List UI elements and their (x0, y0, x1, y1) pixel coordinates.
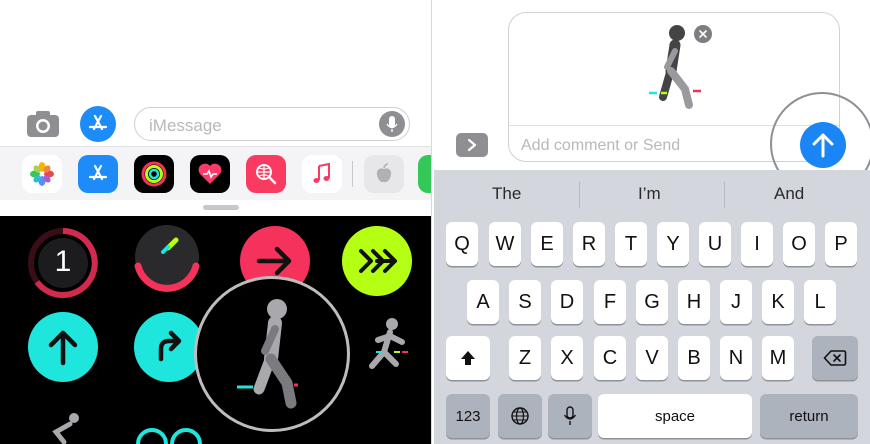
key-m[interactable]: M (762, 336, 794, 380)
suggestion-2[interactable]: I’m (638, 184, 661, 204)
up-arrow-sticker[interactable] (28, 312, 98, 382)
double-arrow-sticker[interactable] (342, 226, 412, 296)
key-k[interactable]: K (762, 280, 794, 324)
suggestion-separator (724, 182, 725, 208)
key-v[interactable]: V (636, 336, 668, 380)
key-a[interactable]: A (467, 280, 499, 324)
drawer-separator (352, 161, 353, 187)
app-store-app-icon[interactable] (78, 155, 118, 193)
drawer-grabber[interactable] (203, 205, 239, 210)
app-store-icon (88, 114, 108, 131)
globe-key[interactable] (498, 394, 542, 438)
web-search-app-icon[interactable] (246, 155, 286, 193)
numbers-key[interactable]: 123 (446, 394, 490, 438)
key-d[interactable]: D (551, 280, 583, 324)
key-g[interactable]: G (636, 280, 668, 324)
imessage-sticker-panel: iMessage 1 (0, 0, 432, 444)
return-key[interactable]: return (760, 394, 858, 438)
app-store-button[interactable] (80, 106, 116, 142)
send-button[interactable] (800, 122, 846, 168)
remove-sticker-button[interactable] (694, 25, 712, 43)
chevron-right-icon (467, 138, 477, 152)
activity-app-icon[interactable] (134, 155, 174, 193)
key-r[interactable]: R (573, 222, 605, 266)
dictation-key[interactable] (548, 394, 592, 438)
comment-input-placeholder[interactable]: Add comment or Send (521, 137, 680, 155)
key-z[interactable]: Z (509, 336, 541, 380)
imessage-placeholder: iMessage (149, 116, 222, 135)
heartbeat-app-icon[interactable] (190, 155, 230, 193)
key-b[interactable]: B (678, 336, 710, 380)
magnified-walking-figure-sticker[interactable] (194, 276, 350, 432)
badge-number: 1 (54, 245, 72, 278)
shift-key[interactable] (446, 336, 490, 380)
key-x[interactable]: X (551, 336, 583, 380)
key-n[interactable]: N (720, 336, 752, 380)
delete-key[interactable] (812, 336, 858, 380)
keyboard: Q W E R T Y U I O P A S D F G H J K L Z … (434, 218, 870, 444)
running-figure-sticker[interactable] (356, 312, 416, 382)
key-f[interactable]: F (594, 280, 626, 324)
key-c[interactable]: C (594, 336, 626, 380)
backspace-icon (823, 350, 847, 366)
drawer-handle-area[interactable] (0, 200, 431, 216)
move-ring-sticker[interactable] (132, 222, 202, 292)
key-p[interactable]: P (825, 222, 857, 266)
key-o[interactable]: O (783, 222, 815, 266)
key-u[interactable]: U (699, 222, 731, 266)
key-l[interactable]: L (804, 280, 836, 324)
expand-apps-button[interactable] (456, 133, 488, 157)
up-arrow-icon (812, 133, 834, 158)
microphone-icon (563, 406, 577, 425)
message-compose-area: Add comment or Send (434, 0, 870, 196)
key-i[interactable]: I (741, 222, 773, 266)
key-y[interactable]: Y (657, 222, 689, 266)
activity-sticker-grid: 1 (0, 216, 431, 444)
key-e[interactable]: E (531, 222, 563, 266)
microphone-icon[interactable] (379, 111, 405, 137)
space-key[interactable]: space (598, 394, 752, 438)
apple-app-icon[interactable] (364, 155, 404, 193)
key-t[interactable]: T (615, 222, 647, 266)
key-q[interactable]: Q (446, 222, 478, 266)
cycling-figure-sticker[interactable] (36, 412, 96, 444)
key-j[interactable]: J (720, 280, 752, 324)
activity-badge-1[interactable]: 1 (28, 228, 98, 298)
key-h[interactable]: H (678, 280, 710, 324)
globe-icon (511, 407, 529, 425)
key-s[interactable]: S (509, 280, 541, 324)
shift-icon (461, 351, 475, 365)
screenshot-frame: iMessage 1 Add comment or Send The I’m A… (0, 0, 870, 444)
music-app-icon[interactable] (302, 155, 342, 193)
key-w[interactable]: W (489, 222, 521, 266)
close-icon (699, 30, 707, 38)
suggestion-1[interactable]: The (492, 184, 521, 204)
app-drawer (0, 146, 431, 200)
camera-icon[interactable] (26, 110, 60, 138)
imessage-input[interactable]: iMessage (134, 107, 410, 141)
green-app-icon[interactable] (418, 155, 431, 193)
predictive-text-bar: The I’m And (434, 170, 870, 218)
suggestion-separator (579, 182, 580, 208)
photos-app-icon[interactable] (22, 155, 62, 193)
bike-wheels-sticker[interactable] (134, 416, 204, 444)
suggestion-3[interactable]: And (774, 184, 804, 204)
compose-keyboard-panel: Add comment or Send The I’m And Q W E R … (434, 0, 870, 444)
